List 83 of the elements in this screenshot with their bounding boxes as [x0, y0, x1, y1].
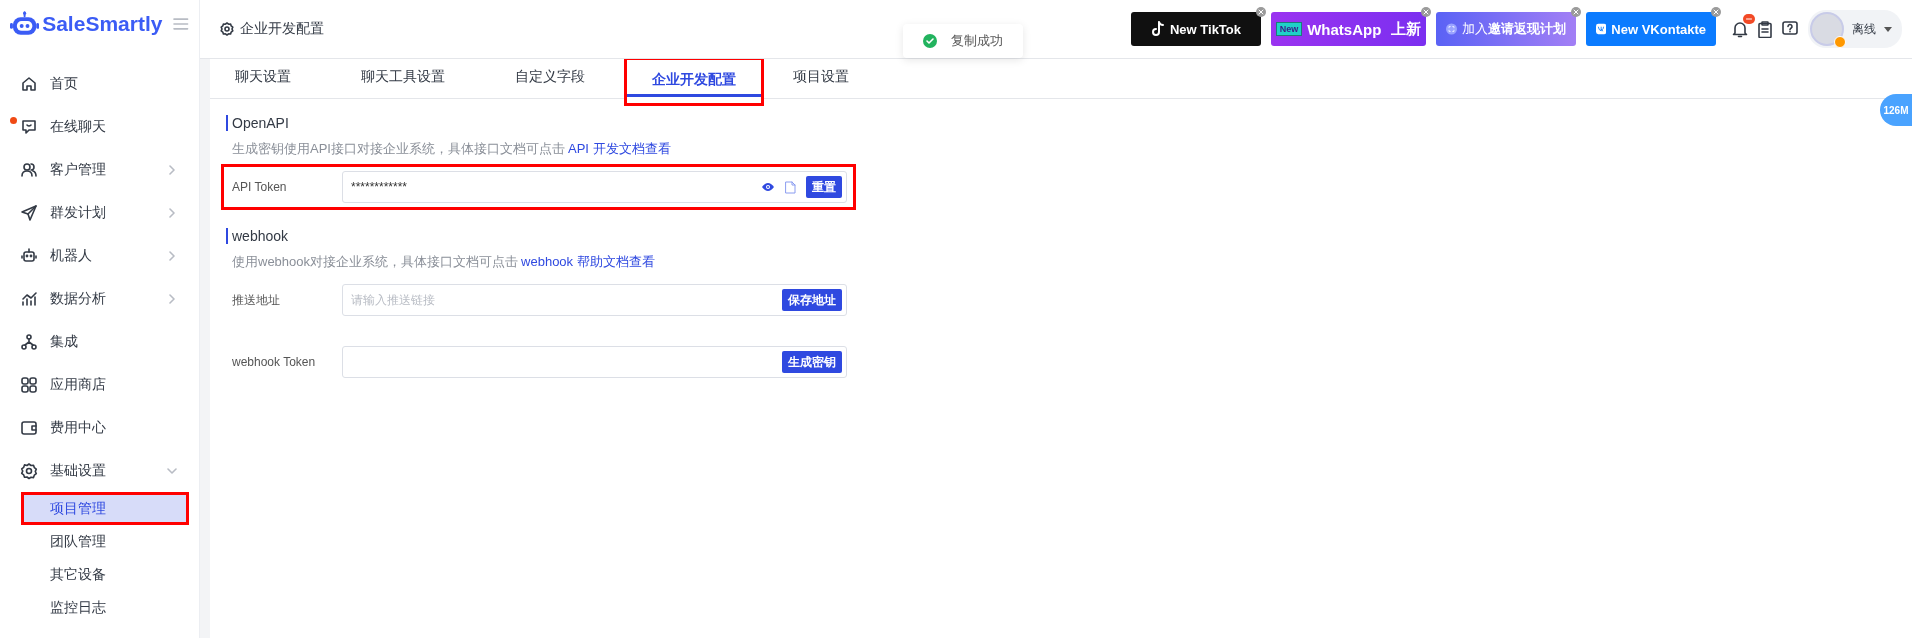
people-icon — [20, 160, 38, 179]
tab[interactable]: 聊天设置 — [214, 59, 312, 99]
user-status: 离线 — [1852, 20, 1876, 38]
caret-icon — [1884, 26, 1892, 32]
music-note-icon — [1150, 21, 1165, 37]
close-icon — [1711, 7, 1721, 17]
eye-icon — [761, 182, 775, 192]
close-icon — [1421, 7, 1431, 17]
sidebar-item[interactable]: 客户管理 — [0, 148, 199, 191]
sidebar-item[interactable]: 集成 — [0, 320, 199, 363]
clipboard-icon — [1758, 20, 1772, 38]
home-icon — [20, 74, 38, 93]
chat-icon — [20, 117, 38, 136]
document-icon — [785, 180, 796, 194]
sidebar-subitem[interactable]: 监控日志 — [21, 591, 189, 624]
chevron-icon — [167, 207, 177, 218]
wallet-icon — [20, 418, 38, 437]
robot-logo-icon — [10, 11, 40, 37]
sidebar-item[interactable]: 费用中心 — [0, 406, 199, 449]
chart-icon — [20, 289, 38, 308]
check-circle-icon — [923, 34, 937, 48]
sidebar-item[interactable]: 基础设置 — [0, 449, 199, 492]
banner-text: 加入邀请返现计划 — [1462, 20, 1566, 38]
promo-banner[interactable]: New WhatsApp 上新 — [1271, 12, 1426, 46]
robot-icon — [20, 246, 38, 265]
sidebar-item[interactable]: 首页 — [0, 62, 199, 105]
banner-text: New VKontakte — [1611, 21, 1706, 37]
token-field[interactable]: ************ 重置 — [342, 171, 847, 203]
chevron-icon — [167, 250, 177, 261]
tab[interactable]: 聊天工具设置 — [340, 59, 466, 99]
action-button[interactable]: 保存地址 — [782, 289, 842, 311]
memory-badge: 126M — [1880, 94, 1912, 126]
paper-plane-icon — [20, 203, 38, 222]
doc-link[interactable]: API 开发文档查看 — [567, 141, 671, 156]
network-icon — [20, 332, 38, 351]
gear-icon — [20, 461, 38, 480]
field-label: webhook Token — [232, 355, 317, 369]
close-icon — [1571, 7, 1581, 17]
gear-icon — [220, 22, 234, 36]
sidebar-item[interactable]: 群发计划 — [0, 191, 199, 234]
promo-banner[interactable]: 加入邀请返现计划 — [1436, 12, 1576, 46]
toast-text: 复制成功 — [951, 32, 1003, 50]
unread-dot — [10, 117, 17, 124]
action-button[interactable]: 生成密钥 — [782, 351, 842, 373]
section-title: webhook — [226, 228, 856, 244]
sidebar-item[interactable]: 在线聊天 — [0, 105, 199, 148]
field-label: API Token — [232, 180, 288, 194]
sidebar-item[interactable]: 应用商店 — [0, 363, 199, 406]
breadcrumb: 企业开发配置 — [240, 20, 324, 38]
sidebar-subitem[interactable]: 团队管理 — [21, 525, 189, 558]
doc-link[interactable]: webhook 帮助文档查看 — [521, 254, 655, 269]
banner-text: WhatsApp — [1307, 20, 1382, 38]
sidebar-item[interactable]: 数据分析 — [0, 277, 199, 320]
section-title: OpenAPI — [226, 115, 856, 131]
tab[interactable]: 自定义字段 — [494, 59, 606, 99]
sidebar-item[interactable]: 机器人 — [0, 234, 199, 277]
sidebar-subitem[interactable]: 其它设备 — [21, 558, 189, 591]
promo-banner[interactable]: New TikTok — [1131, 12, 1261, 46]
action-button[interactable]: 重置 — [806, 176, 842, 198]
help-icon — [1782, 21, 1798, 37]
user-menu[interactable]: 离线 — [1808, 10, 1902, 48]
bell-icon — [1732, 20, 1748, 38]
chevron-icon — [167, 465, 177, 476]
input-field[interactable]: 生成密钥 — [342, 346, 847, 378]
banner-text: New TikTok — [1169, 21, 1241, 37]
new-tag: New — [1275, 22, 1303, 36]
notification-badge-icon — [1743, 14, 1755, 24]
logo-text: SaleSmartly — [42, 12, 163, 36]
banner-text: 上新 — [1391, 19, 1422, 39]
close-icon — [1256, 7, 1266, 17]
tab[interactable]: 企业开发配置 — [624, 57, 764, 106]
description-text: 生成密钥使用API接口对接企业系统，具体接口文档可点击 API 开发文档查看 — [231, 140, 672, 158]
promo-banner[interactable]: New VKontakte — [1586, 12, 1716, 46]
input-field[interactable]: 请输入推送链接 保存地址 — [342, 284, 847, 316]
field-label: 推送地址 — [232, 291, 281, 309]
chevron-icon — [167, 164, 177, 175]
description-text: 使用webhook对接企业系统，具体接口文档可点击 webhook 帮助文档查看 — [231, 253, 656, 271]
status-dot — [1834, 36, 1846, 48]
chevron-icon — [167, 293, 177, 304]
tab[interactable]: 项目设置 — [772, 59, 870, 99]
grid-icon — [20, 375, 38, 394]
menu-icon — [173, 17, 189, 31]
sidebar-subitem[interactable]: 项目管理 — [21, 492, 189, 525]
